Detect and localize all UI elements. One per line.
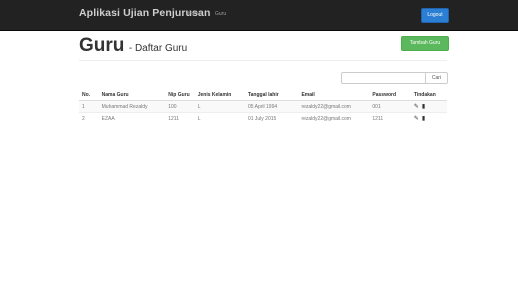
logout-button[interactable]: Logout xyxy=(421,8,449,23)
header-divider xyxy=(79,60,447,61)
search-input[interactable] xyxy=(341,72,425,84)
col-header-nama: Nama Guru xyxy=(98,89,166,101)
cell-nip: 1211 xyxy=(165,112,195,124)
guru-table: No. Nama Guru Nip Guru Jenis Kelamin Tan… xyxy=(79,89,447,124)
page-title-main: Guru xyxy=(79,35,125,56)
edit-icon[interactable]: ✎ xyxy=(414,115,419,122)
cell-tanggal-lahir: 05 April 1994 xyxy=(244,100,299,113)
delete-icon[interactable]: ▮ xyxy=(422,115,425,122)
edit-icon[interactable]: ✎ xyxy=(414,103,419,110)
top-navbar: Aplikasi Ujian Penjurusan Home Guru Logo… xyxy=(0,0,518,31)
col-header-jenis-kelamin: Jenis Kelamin xyxy=(194,89,245,101)
cell-actions: ✎ ▮ xyxy=(410,112,447,124)
table-row: 2 EZAA 1211 L 01 July 2015 rezaldy22@gma… xyxy=(79,112,447,124)
cell-nip: 100 xyxy=(165,100,195,113)
search-button[interactable]: Cari xyxy=(425,72,448,84)
cell-actions: ✎ ▮ xyxy=(410,100,447,113)
col-header-no: No. xyxy=(79,89,99,101)
cell-no: 1 xyxy=(79,100,99,113)
cell-jenis-kelamin: L xyxy=(194,112,245,124)
page-title-subtitle: - Daftar Guru xyxy=(128,43,188,54)
table-header-row: No. Nama Guru Nip Guru Jenis Kelamin Tan… xyxy=(79,89,447,101)
cell-password: 001 xyxy=(369,100,411,113)
col-header-nip: Nip Guru xyxy=(165,89,195,101)
add-guru-button[interactable]: Tambah Guru xyxy=(401,36,449,51)
table-row: 1 Muhammad Rezaldy 100 L 05 April 1994 r… xyxy=(79,100,447,113)
col-header-tanggal-lahir: Tanggal lahir xyxy=(244,89,299,101)
page-title: Guru - Daftar Guru xyxy=(79,35,187,57)
search-group: Cari xyxy=(341,72,448,84)
cell-nama: Muhammad Rezaldy xyxy=(98,100,166,113)
cell-no: 2 xyxy=(79,112,99,124)
col-header-tindakan: Tindakan xyxy=(410,89,447,101)
col-header-email: Email xyxy=(298,89,370,101)
cell-jenis-kelamin: L xyxy=(194,100,245,113)
cell-nama: EZAA xyxy=(98,112,166,124)
cell-password: 1211 xyxy=(369,112,411,124)
cell-email: rezaldy22@gmail.com xyxy=(298,112,370,124)
col-header-password: Password xyxy=(369,89,411,101)
cell-email: rezaldy22@gmail.com xyxy=(298,100,370,113)
nav-link-home[interactable]: Home xyxy=(188,11,201,17)
delete-icon[interactable]: ▮ xyxy=(422,103,425,110)
nav-link-guru[interactable]: Guru xyxy=(215,11,226,17)
cell-tanggal-lahir: 01 July 2015 xyxy=(244,112,299,124)
